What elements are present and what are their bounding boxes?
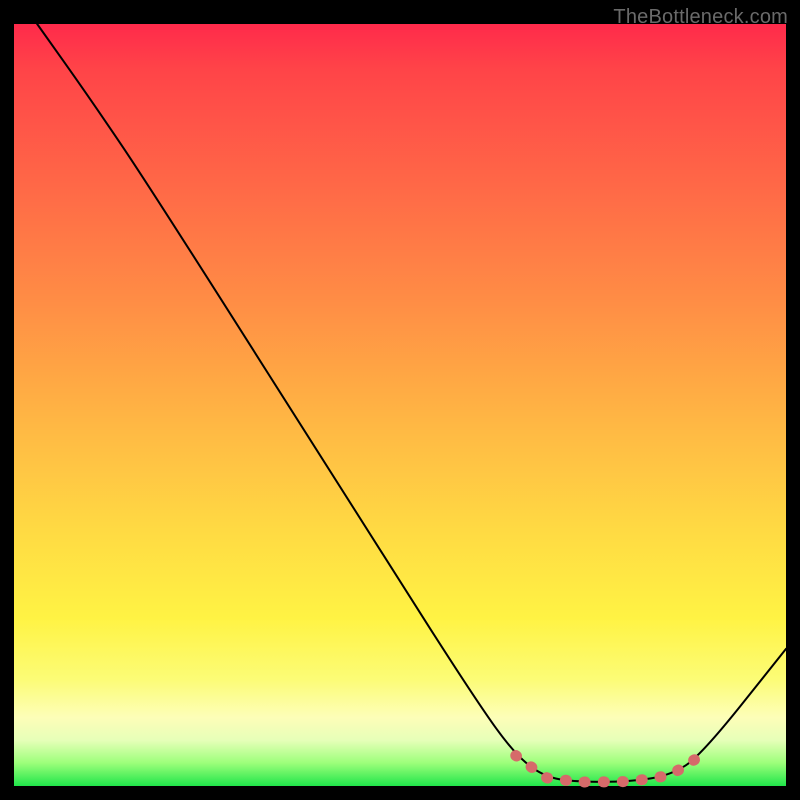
curve-svg — [14, 24, 786, 786]
bottleneck-curve-line — [37, 24, 786, 782]
highlight-segment — [516, 756, 701, 783]
plot-area — [14, 24, 786, 786]
chart-stage: TheBottleneck.com — [0, 0, 800, 800]
